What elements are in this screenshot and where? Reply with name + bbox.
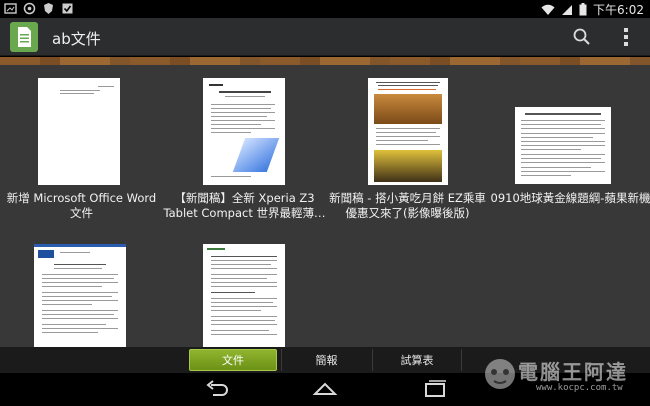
document-item[interactable]	[0, 241, 163, 347]
document-item[interactable]: 0910地球黃金線題綱-蘋果新機	[489, 65, 650, 225]
document-thumbnail	[34, 244, 126, 347]
status-bar: 下午6:02	[0, 0, 650, 18]
notification-icons	[4, 2, 74, 15]
document-item[interactable]	[163, 241, 326, 347]
shield-notification-icon	[44, 3, 53, 14]
tab-spreadsheets[interactable]: 試算表	[372, 349, 462, 371]
document-thumbnail	[368, 78, 448, 185]
settings-notification-icon	[23, 2, 36, 15]
action-bar: ab文件	[0, 18, 650, 56]
tab-presentations[interactable]: 簡報	[281, 349, 371, 371]
document-item[interactable]: 【新聞稿】全新 Xperia Z3 Tablet Compact 世界最輕薄…	[163, 65, 326, 225]
document-item[interactable]: 新增 Microsoft Office Word 文件	[0, 65, 163, 225]
wifi-icon	[541, 4, 555, 15]
tab-documents[interactable]: 文件	[189, 349, 277, 371]
document-title: 新增 Microsoft Office Word 文件	[6, 191, 157, 220]
search-icon[interactable]	[570, 26, 594, 48]
document-app-icon[interactable]	[10, 22, 38, 52]
document-item[interactable]: 新聞稿 - 搭小黃吃月餅 EZ乘車優惠又來了(影像曝後版)	[326, 65, 489, 225]
wood-shelf-divider	[0, 57, 650, 65]
document-thumbnail	[203, 78, 285, 185]
recent-apps-icon[interactable]	[421, 379, 449, 399]
clock: 下午6:02	[593, 3, 644, 17]
battery-icon	[579, 3, 587, 16]
overflow-menu-icon[interactable]	[616, 24, 636, 50]
document-thumbnail	[515, 107, 611, 184]
cellular-signal-icon	[562, 4, 573, 15]
back-icon[interactable]	[203, 379, 231, 399]
document-title: 0910地球黃金線題綱-蘋果新機	[490, 191, 650, 205]
gallery-notification-icon	[4, 3, 17, 14]
document-grid: 新增 Microsoft Office Word 文件 【新聞稿】全新 Xper…	[0, 65, 650, 347]
watermark-text: 電腦王阿達	[518, 360, 628, 384]
document-title: 新聞稿 - 搭小黃吃月餅 EZ乘車優惠又來了(影像曝後版)	[329, 191, 486, 220]
checkbox-notification-icon	[62, 3, 73, 14]
watermark-url: www.kocpc.com.tw	[536, 383, 623, 393]
document-thumbnail	[203, 244, 285, 347]
app-title: ab文件	[52, 30, 101, 48]
document-thumbnail	[38, 78, 120, 185]
watermark-logo: 電腦王阿達 www.kocpc.com.tw	[478, 352, 650, 406]
home-icon[interactable]	[311, 379, 339, 399]
mascot-icon	[485, 359, 515, 389]
document-title: 【新聞稿】全新 Xperia Z3 Tablet Compact 世界最輕薄…	[163, 191, 326, 220]
